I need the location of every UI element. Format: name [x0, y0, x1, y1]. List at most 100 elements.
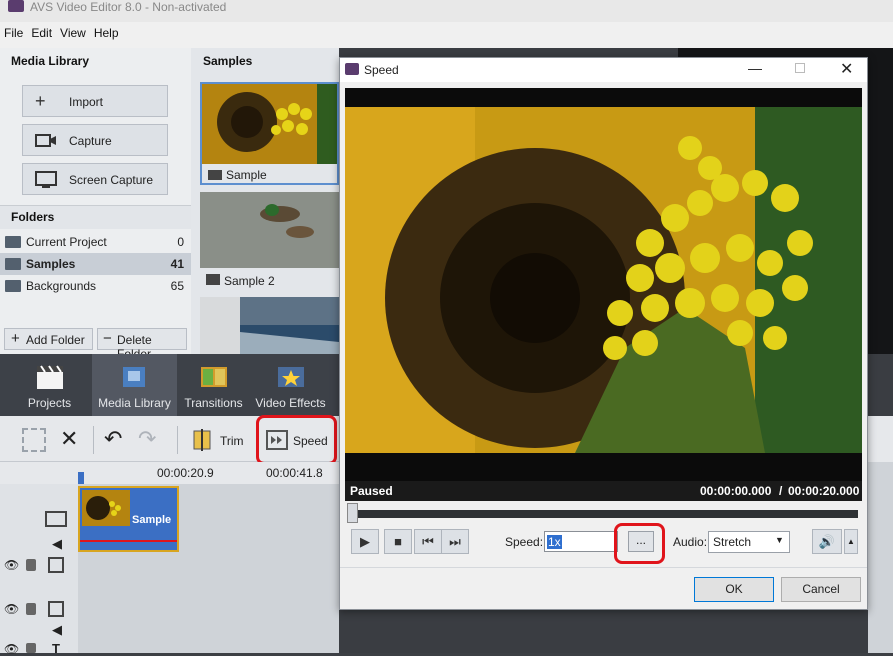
lock-icon[interactable]	[26, 603, 36, 615]
lock-icon[interactable]	[26, 559, 36, 571]
ok-button[interactable]: OK	[694, 577, 774, 602]
folder-count: 41	[170, 257, 184, 271]
ruler-tick-label: 00:00:41.8	[266, 466, 323, 480]
plus-icon: +	[11, 330, 20, 347]
total-time: 00:00:20.000	[788, 484, 860, 498]
folder-backgrounds[interactable]: Backgrounds 65	[0, 275, 191, 297]
video-clip-icon	[208, 170, 222, 180]
capture-button[interactable]: Capture	[22, 124, 168, 156]
current-time: 00:00:00.000	[700, 484, 772, 498]
boat-thumbnail-image	[200, 297, 339, 354]
folder-label: Backgrounds	[26, 279, 97, 293]
ruler-tick-label: 00:00:20.9	[157, 466, 214, 480]
video-track-icon	[45, 511, 67, 527]
visibility-eye-icon[interactable]: 👁	[4, 558, 19, 572]
redo-icon[interactable]: ↷	[138, 426, 156, 452]
tab-media-library[interactable]: Media Library	[92, 354, 177, 416]
dropdown-arrow-icon: ▼	[775, 535, 784, 545]
tab-projects[interactable]: Projects	[7, 354, 92, 416]
clapperboard-icon	[37, 365, 63, 389]
overlay-track-icon	[48, 601, 64, 617]
previous-frame-button[interactable]: ⏮	[414, 529, 442, 554]
tab-video-effects[interactable]: Video Effects	[248, 354, 333, 416]
text-track-icon: T	[52, 641, 60, 656]
add-folder-label: Add Folder	[26, 333, 85, 347]
sample-thumbnail-1[interactable]: Sample	[200, 82, 339, 185]
stop-icon: ■	[394, 534, 402, 549]
folder-current-project[interactable]: Current Project 0	[0, 231, 191, 253]
timeline-clip[interactable]: Sample	[78, 486, 179, 552]
import-button[interactable]: + Import	[22, 85, 168, 117]
maximize-icon	[795, 63, 805, 73]
menu-view[interactable]: View	[56, 22, 90, 44]
menu-help[interactable]: Help	[90, 22, 123, 44]
delete-folder-button[interactable]: − Delete Folder	[97, 328, 187, 361]
add-folder-button[interactable]: + Add Folder	[4, 328, 93, 350]
cancel-button[interactable]: Cancel	[781, 577, 861, 602]
divider	[340, 567, 867, 568]
menu-edit[interactable]: Edit	[27, 22, 56, 44]
audio-track-icon: ◀	[52, 536, 62, 551]
sample-label: Sample	[226, 168, 267, 182]
tab-label: Projects	[27, 396, 72, 410]
volume-button[interactable]: 🔊	[812, 529, 842, 554]
folder-samples[interactable]: Samples 41	[0, 253, 191, 275]
visibility-eye-icon[interactable]: 👁	[4, 602, 19, 616]
audio-mode-value: Stretch	[713, 535, 752, 549]
stop-button[interactable]: ■	[384, 529, 412, 554]
options-highlight-annotation	[614, 523, 665, 564]
sample-thumbnail-3[interactable]	[200, 297, 339, 354]
media-library-header: Media Library	[11, 54, 90, 68]
volume-toggle[interactable]: ▲	[844, 529, 858, 554]
folders-header: Folders	[11, 210, 55, 224]
sample-label: Sample 2	[224, 274, 275, 288]
folder-label: Current Project	[26, 235, 107, 249]
next-frame-button[interactable]: ⏭	[441, 529, 469, 554]
up-arrow-icon: ▲	[847, 537, 855, 546]
capture-label: Capture	[69, 134, 112, 148]
playhead-marker[interactable]	[78, 472, 84, 484]
delete-icon[interactable]: ✕	[60, 426, 78, 452]
tab-label: Video Effects	[255, 396, 326, 410]
seek-thumb[interactable]	[347, 503, 358, 523]
playback-status-bar: Paused 00:00:00.000 / 00:00:20.000	[345, 481, 862, 501]
play-icon: ▶	[360, 534, 370, 549]
audio-video-icon	[206, 274, 220, 285]
close-icon[interactable]: ✕	[840, 59, 853, 79]
play-button[interactable]: ▶	[351, 529, 379, 554]
speed-field-label: Speed:	[505, 535, 544, 549]
tab-label: Transitions	[184, 396, 243, 410]
app-title: AVS Video Editor 8.0 - Non-activated	[30, 0, 227, 14]
menu-file[interactable]: File	[0, 22, 27, 44]
effects-track-icon	[48, 557, 64, 573]
speed-value: 1x	[547, 535, 562, 549]
storyboard-icon[interactable]	[22, 428, 46, 452]
trim-label: Trim	[220, 434, 244, 448]
speed-input[interactable]: 1x	[544, 531, 618, 552]
dialog-title: Speed	[364, 63, 399, 77]
playback-status: Paused	[350, 484, 393, 498]
audio-track-icon: ◀	[52, 622, 62, 637]
plus-icon: +	[35, 91, 46, 111]
undo-icon[interactable]: ↶	[104, 426, 122, 452]
folder-count: 0	[177, 235, 184, 249]
folder-count: 65	[170, 279, 184, 293]
import-label: Import	[69, 95, 104, 109]
folder-icon	[5, 258, 21, 270]
folder-label: Samples	[26, 257, 76, 271]
lock-icon[interactable]	[26, 643, 36, 653]
visibility-eye-icon[interactable]: 👁	[4, 642, 19, 656]
tab-transitions[interactable]: Transitions	[171, 354, 256, 416]
trim-button[interactable]: Trim	[192, 429, 248, 455]
screen-capture-button[interactable]: Screen Capture	[22, 163, 168, 195]
minimize-icon[interactable]: —	[748, 60, 762, 76]
audio-mode-select[interactable]: Stretch ▼	[708, 531, 790, 553]
edit-toolbar-right	[868, 416, 893, 462]
seek-bar[interactable]	[348, 510, 858, 518]
sample-thumbnail-2[interactable]: Sample 2	[200, 192, 339, 290]
next-icon: ⏭	[449, 534, 461, 549]
clip-label: Sample	[132, 514, 172, 526]
minus-icon: −	[103, 330, 112, 347]
sunflower-video-frame	[345, 88, 862, 481]
screen-capture-label: Screen Capture	[69, 173, 154, 187]
